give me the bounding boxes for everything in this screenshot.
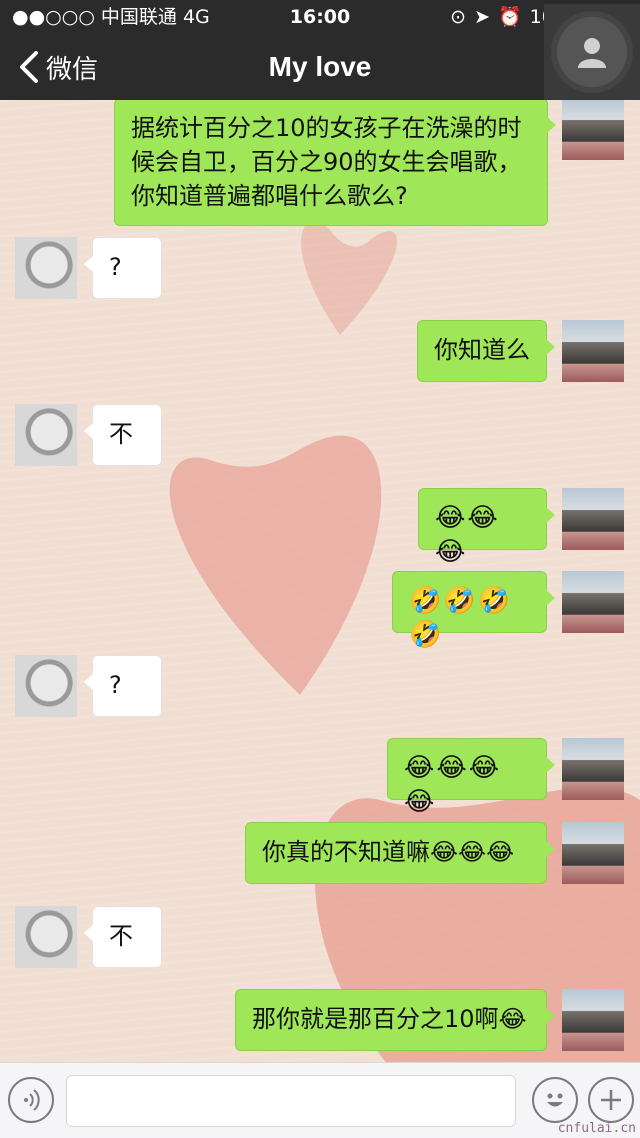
avatar-me[interactable] [562, 822, 624, 884]
chat-info-button[interactable] [544, 4, 640, 100]
chat-area[interactable]: 据统计百分之10的女孩子在洗澡的时候会自卫，百分之90的女生会唱歌，你知道普遍都… [0, 100, 640, 1062]
plus-icon [601, 1090, 621, 1110]
avatar-me[interactable] [562, 571, 624, 633]
message-bubble-sent[interactable]: 据统计百分之10的女孩子在洗澡的时候会自卫，百分之90的女生会唱歌，你知道普遍都… [114, 100, 556, 226]
emoji-button[interactable] [532, 1077, 578, 1123]
message-bubble-sent[interactable]: 🤣🤣🤣🤣 [392, 571, 555, 650]
message-input[interactable] [66, 1075, 516, 1127]
message-bubble-sent[interactable]: 你知道么 [417, 320, 555, 382]
voice-icon [24, 1089, 40, 1111]
message-bubble-received[interactable]: ? [84, 237, 162, 299]
avatar-me[interactable] [562, 989, 624, 1051]
input-bar: cnfulai.cn [0, 1062, 640, 1138]
rotation-lock-icon: ⊙ [450, 6, 467, 28]
voice-button[interactable] [8, 1077, 54, 1123]
avatar-me[interactable] [562, 488, 624, 550]
avatar-contact[interactable] [15, 237, 77, 299]
heart-decoration-large [169, 435, 382, 695]
avatar-me[interactable] [562, 738, 624, 800]
message-bubble-sent[interactable]: 😂😂😂😂 [387, 738, 555, 817]
message-bubble-sent[interactable]: 你真的不知道嘛😂😂😂 [245, 822, 555, 884]
heart-decoration-small [301, 221, 398, 335]
emoji-icon [547, 1093, 563, 1107]
plus-button[interactable] [588, 1077, 634, 1123]
avatar-me[interactable] [562, 100, 624, 160]
avatar-contact[interactable] [15, 655, 77, 717]
message-bubble-sent[interactable]: 那你就是那百分之10啊😂 [235, 989, 555, 1051]
avatar-me[interactable] [562, 320, 624, 382]
top-bar: ●●○○○ 中国联通 4G 16:00 ⊙ ➤ ⏰ 100% 微信 My lov… [0, 0, 640, 100]
avatar-contact[interactable] [15, 906, 77, 968]
watermark: cnfulai.cn [557, 1121, 636, 1136]
message-bubble-sent[interactable]: 😂😂😂 [418, 488, 555, 567]
message-bubble-received[interactable]: 不 [84, 906, 162, 968]
location-icon: ➤ [474, 6, 490, 28]
message-bubble-received[interactable]: 不 [84, 404, 162, 466]
avatar-contact[interactable] [15, 404, 77, 466]
profile-icon [557, 17, 627, 87]
alarm-icon: ⏰ [498, 6, 522, 28]
message-bubble-received[interactable]: ? [84, 655, 162, 717]
